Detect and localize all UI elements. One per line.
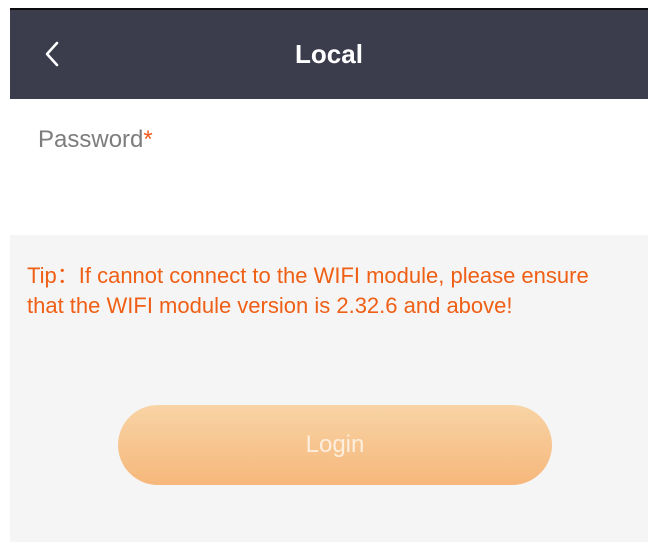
header-bar: Local (10, 10, 648, 99)
login-button[interactable]: Login (118, 405, 552, 485)
tip-text: Tip：If cannot connect to the WIFI module… (27, 263, 589, 318)
password-input[interactable] (38, 167, 632, 219)
screen-top-edge (0, 0, 648, 12)
password-field-section: Password* (10, 99, 648, 235)
password-label-text: Password (38, 126, 144, 153)
app-screen: Local Password* Tip：If cannot connect to… (10, 10, 648, 542)
page-title: Local (295, 39, 363, 69)
password-label: Password* (38, 125, 153, 155)
login-button-label: Login (305, 431, 365, 458)
required-mark: * (143, 126, 153, 153)
